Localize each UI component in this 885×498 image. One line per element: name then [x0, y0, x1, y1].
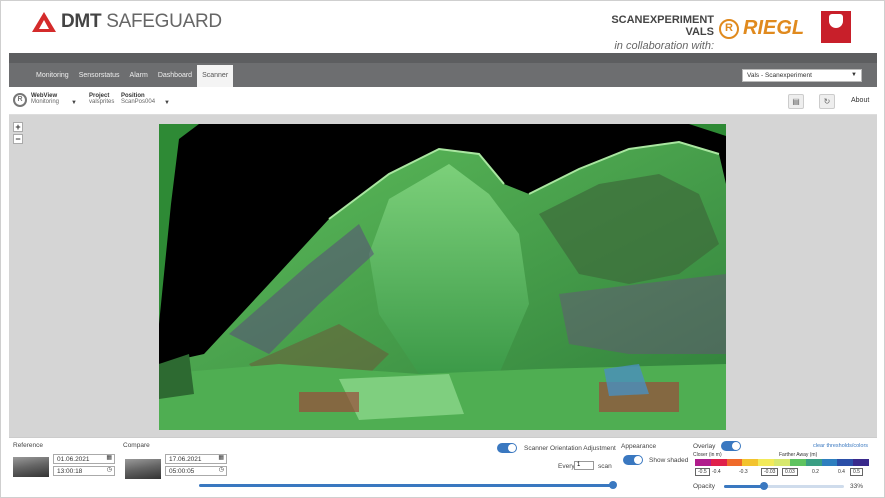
legend-value-2: -0.4: [712, 469, 721, 475]
webview-caret-icon[interactable]: ▼: [71, 100, 77, 106]
tab-scanner[interactable]: Scanner: [197, 65, 234, 87]
app-window: DMT SAFEGUARD SCANEXPERIMENT VALS in col…: [0, 0, 885, 498]
reference-time-value: 13:00:18: [57, 468, 83, 475]
orientation-label: Scanner Orientation Adjustment: [524, 445, 616, 452]
chevron-down-icon: ▼: [851, 72, 857, 78]
riegl-logo: R RIEGL: [719, 17, 804, 40]
reference-date-value: 01.06.2021: [57, 456, 90, 463]
reference-thumbnail: [13, 457, 49, 477]
scan-image[interactable]: [159, 124, 726, 430]
bottom-panel: Reference 01.06.2021 ▦ 13:00:18 ◷ Compar…: [9, 437, 877, 493]
mountain-scan-render: [159, 124, 726, 430]
legend-value-4[interactable]: -0.03: [761, 468, 779, 476]
land-tirol-logo: [821, 11, 851, 43]
legend-value-8[interactable]: 0.5: [850, 468, 863, 476]
project-value: valsprites: [89, 99, 115, 105]
riegl-icon: R: [719, 18, 739, 39]
nav-bar: Monitoring Sensorstatus Alarm Dashboard …: [9, 53, 877, 87]
header: DMT SAFEGUARD SCANEXPERIMENT VALS in col…: [1, 1, 884, 53]
reference-time-field[interactable]: 13:00:18 ◷: [53, 466, 115, 476]
orientation-toggle[interactable]: [497, 443, 517, 453]
opacity-slider-thumb[interactable]: [760, 482, 768, 490]
riegl-text: RIEGL: [743, 17, 805, 39]
compare-date-value: 17.06.2021: [169, 456, 202, 463]
opacity-slider-fill: [724, 485, 764, 488]
reference-date-field[interactable]: 01.06.2021 ▦: [53, 454, 115, 464]
compare-label: Compare: [123, 442, 150, 449]
collab-text: in collaboration with:: [614, 40, 714, 52]
position-caret-icon[interactable]: ▼: [164, 100, 170, 106]
clock-icon: ◷: [218, 467, 224, 473]
compare-time-value: 05:00:05: [169, 468, 195, 475]
timeline-slider-thumb[interactable]: [609, 481, 617, 489]
project-info: Project valsprites: [89, 93, 114, 105]
nav-tabs: Monitoring Sensorstatus Alarm Dashboard …: [31, 65, 234, 87]
show-shaded-toggle[interactable]: [623, 455, 643, 465]
position-value: ScanPos004: [121, 99, 156, 105]
webview-selector[interactable]: WebView Monitoring: [31, 93, 59, 105]
calendar-icon: ▦: [218, 455, 224, 461]
scan-title-text: SCANEXPERIMENT VALS: [611, 14, 714, 38]
timeline-slider[interactable]: [199, 484, 614, 487]
riegl-small-icon: R: [13, 93, 27, 107]
compare-date-field[interactable]: 17.06.2021 ▦: [165, 454, 227, 464]
show-shaded-label: Show shaded: [649, 457, 689, 464]
brand-text: DMT SAFEGUARD: [61, 11, 222, 32]
tab-alarm[interactable]: Alarm: [125, 65, 153, 87]
tab-monitoring[interactable]: Monitoring: [31, 65, 74, 87]
toolbar: R WebView Monitoring ▼ Project valsprite…: [9, 87, 877, 115]
legend-value-5[interactable]: 0.03: [782, 468, 798, 476]
compare-thumbnail: [125, 459, 161, 479]
opacity-label: Opacity: [693, 483, 716, 490]
point-cloud-viewer[interactable]: + −: [9, 115, 877, 437]
zoom-in-button[interactable]: +: [13, 122, 23, 132]
overlay-label: Overlay: [693, 443, 716, 450]
project-select[interactable]: Vals - Scanexperiment ▼: [742, 69, 862, 82]
legend-value-3: -0.3: [739, 469, 748, 475]
opacity-value: 33%: [850, 483, 864, 490]
closer-label: Closer (in m): [693, 452, 722, 458]
dmt-logo-icon: [31, 11, 57, 33]
about-link[interactable]: About: [851, 97, 869, 104]
legend-value-7: 0.4: [838, 469, 845, 475]
compare-time-field[interactable]: 05:00:05 ◷: [165, 466, 227, 476]
project-select-value: Vals - Scanexperiment: [747, 72, 812, 79]
clear-thresholds-link[interactable]: clear thresholds/colors: [813, 443, 868, 449]
webview-value: Monitoring: [31, 99, 60, 105]
calendar-icon: ▦: [106, 455, 112, 461]
zoom-out-button[interactable]: −: [13, 134, 23, 144]
scan-experiment-title: SCANEXPERIMENT VALS in collaboration wit…: [588, 14, 714, 52]
reference-label: Reference: [13, 442, 43, 449]
every-input[interactable]: 1: [574, 461, 594, 470]
legend-value-1[interactable]: -0.5: [695, 468, 710, 476]
farther-label: Farther Away (m): [779, 452, 818, 458]
tab-sensorstatus[interactable]: Sensorstatus: [74, 65, 125, 87]
tab-dashboard[interactable]: Dashboard: [153, 65, 197, 87]
clock-icon: ◷: [106, 467, 112, 473]
every-unit: scan: [598, 463, 612, 470]
brand-logo: DMT SAFEGUARD: [31, 11, 222, 33]
position-selector[interactable]: Position ScanPos004: [121, 93, 155, 105]
color-legend-bar: [695, 459, 869, 466]
overlay-toggle[interactable]: [721, 441, 741, 451]
every-label: Every: [558, 463, 575, 470]
refresh-icon[interactable]: ↻: [819, 94, 835, 109]
legend-value-6: 0.2: [812, 469, 819, 475]
appearance-label: Appearance: [621, 443, 657, 450]
eagle-icon: [829, 14, 843, 28]
save-icon[interactable]: ▤: [788, 94, 804, 109]
